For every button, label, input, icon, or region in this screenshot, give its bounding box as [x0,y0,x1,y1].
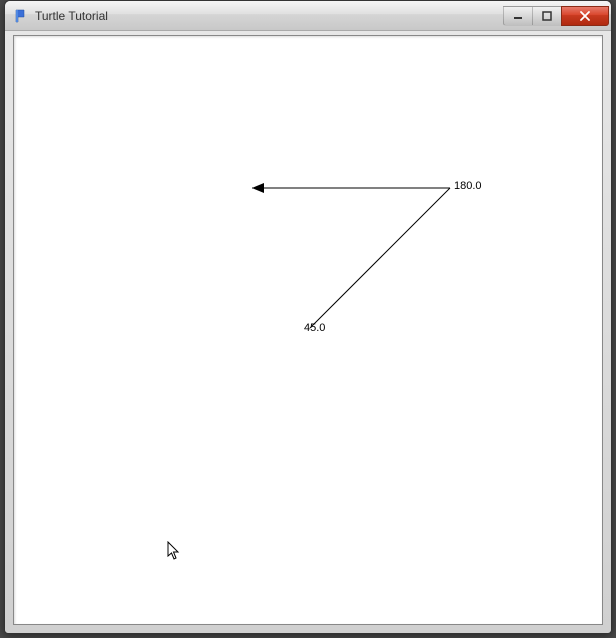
minimize-button[interactable] [503,6,533,26]
turtle-canvas[interactable]: 180.0 45.0 [14,36,602,624]
turtle-line-diagonal [310,188,450,328]
canvas-frame: 180.0 45.0 [13,35,603,625]
titlebar[interactable]: Turtle Tutorial [5,1,611,31]
close-button[interactable] [561,6,609,26]
heading-label-top: 180.0 [454,180,482,192]
window-controls [504,6,609,26]
heading-label-bottom: 45.0 [304,322,325,334]
app-icon [13,8,29,24]
maximize-button[interactable] [532,6,562,26]
app-window: Turtle Tutorial 180.0 45.0 [4,0,612,634]
mouse-cursor-icon [167,541,183,561]
turtle-arrowhead-icon [252,183,264,193]
window-title: Turtle Tutorial [35,9,504,23]
